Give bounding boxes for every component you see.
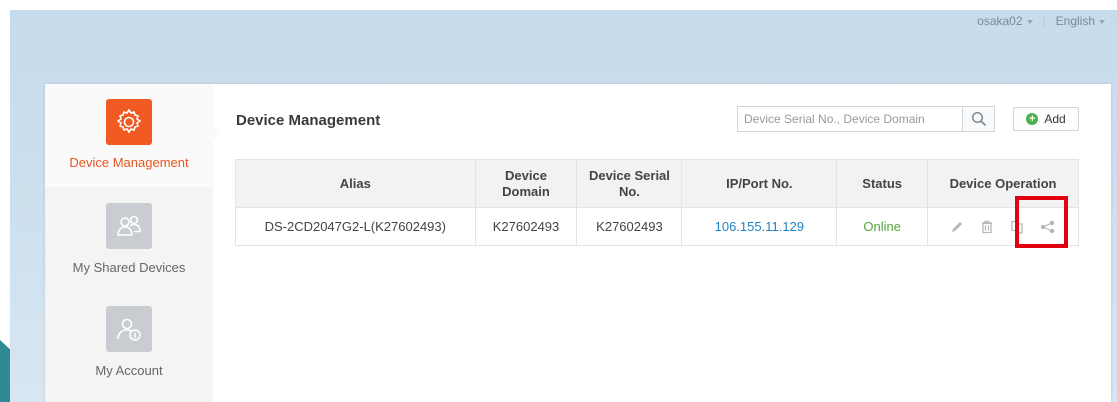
search-box [737, 106, 995, 132]
active-indicator [213, 124, 222, 142]
column-header-alias: Alias [235, 159, 476, 208]
divider: | [1042, 14, 1046, 28]
delete-icon[interactable] [980, 220, 994, 234]
cell-status: Online [836, 207, 929, 246]
username: osaka02 [977, 14, 1023, 28]
device-table: Alias Device Domain Device Serial No. IP… [235, 159, 1079, 246]
account-icon [106, 306, 152, 352]
highlight-box [1015, 196, 1068, 248]
language-label: English [1055, 14, 1095, 28]
column-header-serial: Device Serial No. [576, 159, 683, 208]
column-header-ip: IP/Port No. [681, 159, 838, 208]
cell-alias: DS-2CD2047G2-L(K27602493) [235, 207, 476, 246]
search-input[interactable] [738, 107, 962, 131]
language-menu[interactable]: English [1056, 14, 1105, 28]
search-button[interactable] [962, 107, 994, 131]
cell-serial: K27602493 [576, 207, 683, 246]
column-header-domain: Device Domain [474, 159, 578, 208]
top-bar: osaka02 | English [977, 14, 1105, 28]
shared-users-icon [106, 203, 152, 249]
chevron-down-icon [1026, 19, 1033, 24]
page-title: Device Management [236, 112, 381, 129]
table-header-row: Alias Device Domain Device Serial No. IP… [235, 159, 1079, 208]
sidebar-item-my-account[interactable]: My Account [45, 290, 213, 393]
chevron-down-icon [1099, 19, 1105, 24]
edit-icon[interactable] [950, 220, 964, 234]
decorative-shape [0, 340, 10, 402]
add-button-label: Add [1044, 112, 1066, 126]
main-panel: Device Management My Shared Devices My A… [45, 84, 1111, 402]
sidebar-item-label: My Shared Devices [72, 260, 186, 275]
search-icon [971, 111, 986, 127]
plus-icon: + [1026, 113, 1039, 125]
gear-icon [106, 99, 152, 145]
user-menu[interactable]: osaka02 [977, 14, 1033, 28]
table-row: DS-2CD2047G2-L(K27602493) K27602493 K276… [235, 207, 1079, 246]
sidebar-item-device-management[interactable]: Device Management [45, 84, 213, 187]
sidebar: Device Management My Shared Devices My A… [45, 84, 213, 402]
sidebar-item-label: Device Management [69, 155, 189, 170]
column-header-status: Status [836, 159, 929, 208]
add-button[interactable]: + Add [1013, 107, 1079, 131]
sidebar-item-my-shared-devices[interactable]: My Shared Devices [45, 187, 213, 290]
sidebar-item-label: My Account [95, 363, 163, 378]
cell-domain: K27602493 [474, 207, 578, 246]
cell-ip[interactable]: 106.155.11.129 [681, 207, 838, 246]
